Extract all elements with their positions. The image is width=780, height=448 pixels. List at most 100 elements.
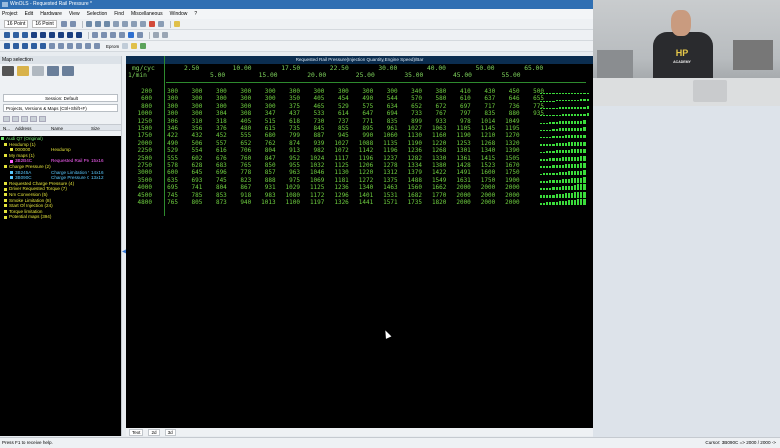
zoom-icon[interactable] — [49, 43, 55, 49]
map-cell[interactable]: 730 — [302, 118, 325, 125]
map-cell[interactable]: 300 — [205, 88, 227, 95]
map-cell[interactable]: 615 — [254, 125, 276, 132]
map-cell[interactable]: 646 — [498, 95, 520, 102]
map-cell[interactable]: 300 — [376, 88, 398, 95]
map-cell[interactable]: 1069 — [302, 177, 324, 184]
map-cell[interactable]: 300 — [278, 88, 300, 95]
map-cell[interactable]: 300 — [156, 88, 178, 95]
map-cell[interactable]: 695 — [156, 184, 178, 191]
map-cell[interactable]: 918 — [229, 192, 251, 199]
map-cell[interactable]: 850 — [254, 162, 276, 169]
grid-icon[interactable] — [85, 21, 92, 27]
map-cell[interactable]: 300 — [180, 103, 203, 110]
map-cell[interactable]: 804 — [205, 184, 227, 191]
map-cell[interactable]: 933 — [424, 118, 447, 125]
map-cell[interactable]: 2000 — [498, 184, 519, 191]
menu-help[interactable]: ? — [194, 9, 197, 19]
map-cell[interactable]: 835 — [376, 118, 398, 125]
map-cell[interactable]: 1415 — [473, 155, 495, 162]
map-cell[interactable]: 454 — [327, 95, 349, 102]
previous-icon[interactable] — [40, 32, 46, 38]
view-icon[interactable] — [128, 32, 134, 38]
marker-icon[interactable] — [31, 43, 37, 49]
map-cell[interactable]: 804 — [254, 147, 276, 154]
map-cell[interactable]: 1820 — [424, 199, 446, 206]
map-cell[interactable]: 647 — [351, 110, 373, 117]
map-cell[interactable]: 1662 — [424, 184, 446, 191]
home-icon[interactable] — [58, 43, 64, 49]
map-cell[interactable]: 300 — [327, 88, 349, 95]
filter-button-3[interactable] — [21, 116, 28, 122]
hex-icon[interactable] — [119, 32, 125, 38]
map-cell[interactable]: 797 — [449, 110, 471, 117]
map-cell[interactable]: 300 — [156, 110, 178, 117]
map-cell[interactable]: 1196 — [351, 155, 373, 162]
session-field[interactable]: Session: Default — [3, 94, 118, 102]
map-cell[interactable]: 1401 — [351, 192, 373, 199]
map-cell[interactable]: 405 — [229, 118, 251, 125]
lock-icon[interactable] — [4, 43, 10, 49]
next-icon[interactable] — [67, 32, 73, 38]
map-cell[interactable]: 736 — [498, 103, 520, 110]
map-cell[interactable]: 300 — [180, 110, 203, 117]
map-cell[interactable]: 1330 — [424, 155, 446, 162]
map-cell[interactable]: 693 — [180, 177, 203, 184]
map-cell[interactable]: 555 — [229, 132, 251, 139]
map-cell[interactable]: 1130 — [327, 169, 348, 176]
map-cell[interactable]: 554 — [180, 147, 203, 154]
map-cell[interactable]: 1253 — [449, 140, 470, 147]
map-cell[interactable]: 1531 — [376, 192, 397, 199]
map-cell[interactable]: 1130 — [400, 132, 422, 139]
map-cell[interactable]: 857 — [254, 169, 276, 176]
column-header-n[interactable]: N... — [0, 125, 12, 131]
map-cell[interactable]: 680 — [254, 132, 276, 139]
map-cell[interactable]: 616 — [205, 147, 227, 154]
map-cell[interactable]: 2000 — [473, 184, 495, 191]
arrow-right-icon[interactable] — [162, 32, 168, 38]
map-cell[interactable]: 2000 — [449, 192, 470, 199]
menu-project[interactable]: Project — [2, 9, 18, 19]
map-cell[interactable]: 771 — [351, 118, 373, 125]
map-cell[interactable]: 1195 — [498, 125, 519, 132]
copy-icon[interactable] — [92, 32, 98, 38]
tab-text[interactable]: Text — [129, 428, 144, 436]
folder-icon[interactable] — [32, 66, 44, 76]
map-cell[interactable]: 1196 — [376, 147, 397, 154]
map-cell[interactable]: 306 — [156, 118, 178, 125]
map-cell[interactable]: 745 — [156, 192, 178, 199]
mode-select[interactable] — [122, 43, 129, 49]
map-cell[interactable]: 1013 — [254, 199, 275, 206]
map-cell[interactable]: 982 — [302, 147, 325, 154]
map-cell[interactable]: 1340 — [351, 184, 373, 191]
menu-hardware[interactable]: Hardware — [40, 9, 62, 19]
map-cell[interactable]: 765 — [229, 162, 251, 169]
filter-button-4[interactable] — [30, 116, 37, 122]
map-cell[interactable]: 765 — [156, 199, 178, 206]
map-cell[interactable]: 741 — [180, 184, 203, 191]
map-cell[interactable]: 1488 — [400, 177, 422, 184]
map-cell[interactable]: 1750 — [473, 177, 495, 184]
map-cell[interactable]: 318 — [205, 118, 227, 125]
map-cell[interactable]: 300 — [229, 103, 251, 110]
map-cell[interactable]: 778 — [229, 169, 251, 176]
map-cell[interactable]: 544 — [376, 95, 398, 102]
map-cell[interactable]: 410 — [449, 88, 471, 95]
menu-window[interactable]: Window — [170, 9, 188, 19]
format-icon[interactable] — [85, 43, 91, 49]
map-cell[interactable]: 356 — [180, 125, 203, 132]
map-cell[interactable]: 855 — [327, 125, 349, 132]
map-cell[interactable]: 515 — [254, 118, 276, 125]
map-cell[interactable]: 717 — [473, 103, 495, 110]
tab-3d[interactable]: 3d — [164, 428, 176, 436]
map-cell[interactable]: 767 — [424, 110, 447, 117]
map-cell[interactable]: 683 — [205, 162, 227, 169]
map-cell[interactable]: 1491 — [449, 169, 470, 176]
map-cell[interactable]: 529 — [327, 103, 349, 110]
map-cell[interactable]: 600 — [156, 169, 178, 176]
map-cell[interactable]: 1428 — [449, 162, 470, 169]
paste-icon[interactable] — [101, 32, 107, 38]
map-cell[interactable]: 733 — [400, 110, 422, 117]
map-cell[interactable]: 300 — [156, 95, 178, 102]
map-cell[interactable]: 405 — [302, 95, 325, 102]
percent-icon[interactable] — [130, 21, 137, 27]
